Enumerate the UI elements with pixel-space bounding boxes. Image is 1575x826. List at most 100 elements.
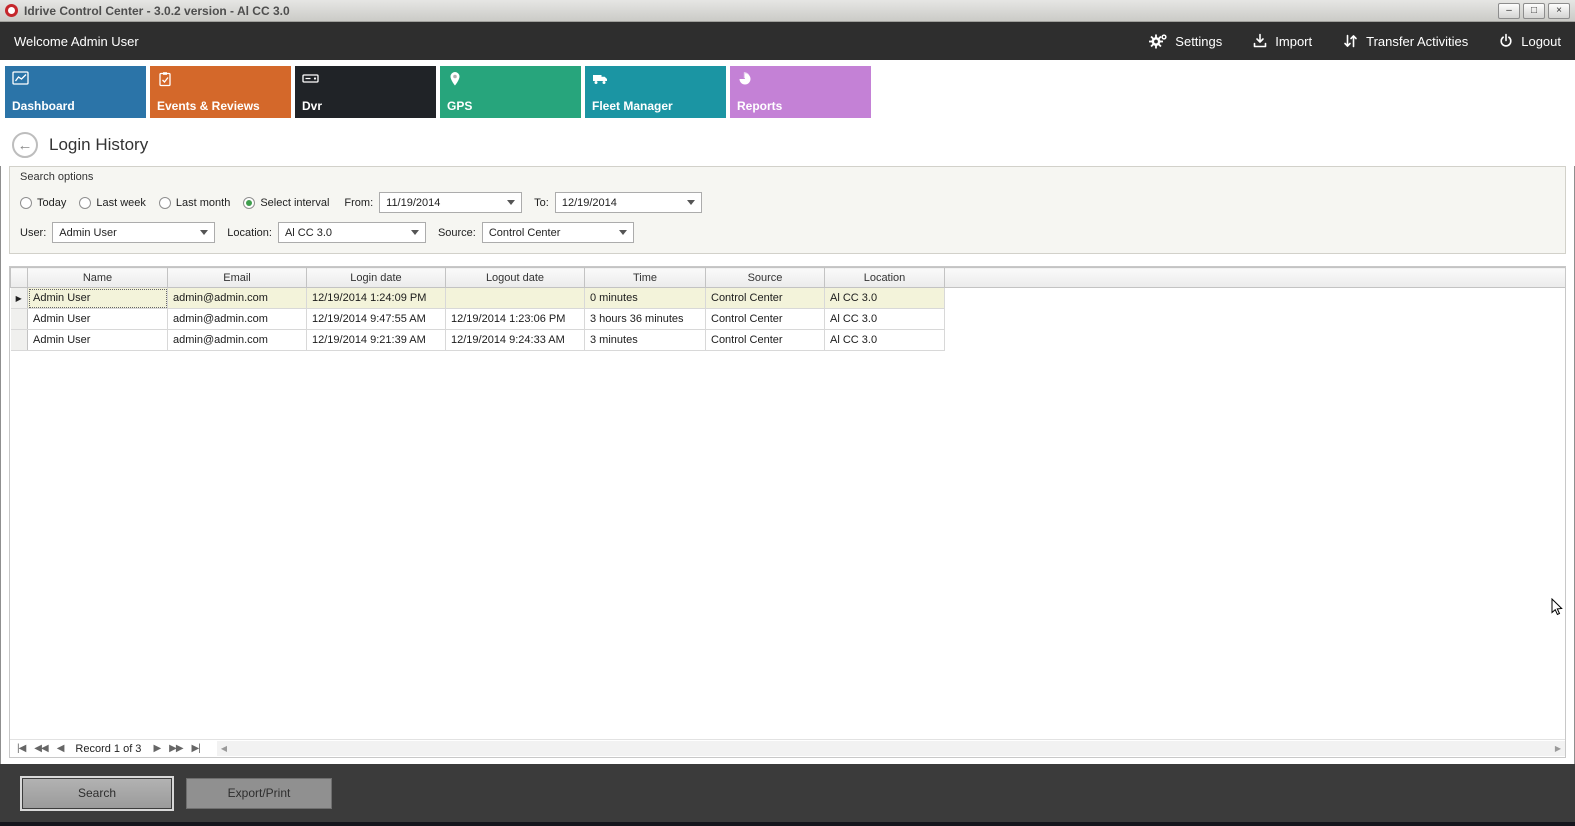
footer-bar: Search Export/Print: [0, 764, 1575, 822]
grid-cell[interactable]: Control Center: [706, 330, 825, 351]
column-header-logout-date[interactable]: Logout date: [446, 268, 585, 288]
welcome-text: Welcome Admin User: [14, 34, 139, 49]
tile-dvr[interactable]: Dvr: [295, 66, 436, 118]
import-button[interactable]: Import: [1252, 33, 1312, 49]
from-date-combo[interactable]: 11/19/2014: [379, 192, 522, 213]
close-button[interactable]: ×: [1548, 3, 1570, 19]
grid-cell[interactable]: 12/19/2014 9:47:55 AM: [307, 309, 446, 330]
pie-chart-icon: [737, 71, 753, 90]
tile-reports[interactable]: Reports: [730, 66, 871, 118]
search-button[interactable]: Search: [22, 778, 172, 809]
chevron-down-icon: [200, 230, 208, 235]
grid-cell[interactable]: 12/19/2014 1:23:06 PM: [446, 309, 585, 330]
grid-cell[interactable]: Admin User: [28, 288, 168, 309]
minimize-button[interactable]: –: [1498, 3, 1520, 19]
grid-cell[interactable]: 0 minutes: [585, 288, 706, 309]
grid-cell[interactable]: Admin User: [28, 309, 168, 330]
search-options-label: Search options: [20, 171, 1555, 183]
column-header-login-date[interactable]: Login date: [307, 268, 446, 288]
window-frame-bottom: [0, 822, 1575, 826]
radio-today[interactable]: Today: [20, 197, 66, 209]
grid-cell[interactable]: 12/19/2014 9:21:39 AM: [307, 330, 446, 351]
location-label: Location:: [227, 227, 272, 239]
row-marker[interactable]: ▶: [11, 288, 28, 309]
grid-cell[interactable]: admin@admin.com: [168, 288, 307, 309]
next-record-button[interactable]: ▶: [153, 743, 160, 754]
grid-cell[interactable]: admin@admin.com: [168, 309, 307, 330]
scroll-right-icon[interactable]: ▶: [1555, 744, 1561, 753]
tile-events-reviews[interactable]: Events & Reviews: [150, 66, 291, 118]
grid-cell[interactable]: Al CC 3.0: [825, 330, 945, 351]
entity-filter-row: User: Admin User Location: Al CC 3.0 Sou…: [20, 222, 1555, 243]
to-label: To:: [534, 197, 549, 209]
grid-cell-filler: [945, 288, 1566, 309]
source-combo[interactable]: Control Center: [482, 222, 634, 243]
user-combo[interactable]: Admin User: [52, 222, 215, 243]
table-row: Admin User admin@admin.com 12/19/2014 9:…: [11, 309, 1566, 330]
grid-cell[interactable]: admin@admin.com: [168, 330, 307, 351]
tile-dashboard[interactable]: Dashboard: [5, 66, 146, 118]
chevron-down-icon: [507, 200, 515, 205]
last-record-button[interactable]: ▶|: [192, 743, 200, 754]
prev-page-button[interactable]: ◀◀: [34, 743, 47, 754]
grid-empty-area: [10, 351, 1565, 739]
grid-cell[interactable]: Admin User: [28, 330, 168, 351]
window-titlebar: Idrive Control Center - 3.0.2 version - …: [0, 0, 1575, 22]
window-title: Idrive Control Center - 3.0.2 version - …: [24, 4, 1495, 18]
radio-last-week[interactable]: Last week: [79, 197, 146, 209]
horizontal-scrollbar[interactable]: ◀ ▶: [217, 741, 1565, 756]
first-record-button[interactable]: |◀: [17, 743, 25, 754]
tile-gps[interactable]: GPS: [440, 66, 581, 118]
grid-cell[interactable]: 12/19/2014 9:24:33 AM: [446, 330, 585, 351]
navbar-actions: Settings Import Transfer Activities: [1148, 33, 1561, 50]
column-header-source[interactable]: Source: [706, 268, 825, 288]
radio-select-interval-label: Select interval: [260, 197, 329, 209]
tile-events-reviews-label: Events & Reviews: [157, 99, 260, 113]
scroll-left-icon[interactable]: ◀: [221, 744, 227, 753]
next-page-button[interactable]: ▶▶: [169, 743, 182, 754]
chevron-down-icon: [411, 230, 419, 235]
tile-fleet-manager[interactable]: Fleet Manager: [585, 66, 726, 118]
tile-fleet-manager-label: Fleet Manager: [592, 99, 673, 113]
column-header-name[interactable]: Name: [28, 268, 168, 288]
location-value: Al CC 3.0: [285, 227, 403, 239]
transfer-activities-label: Transfer Activities: [1366, 34, 1468, 49]
interval-filter-row: Today Last week Last month Select interv…: [20, 192, 1555, 213]
to-date-value: 12/19/2014: [562, 197, 679, 209]
grid-cell[interactable]: [446, 288, 585, 309]
logout-button[interactable]: Logout: [1498, 33, 1561, 49]
grid-cell[interactable]: Al CC 3.0: [825, 288, 945, 309]
column-header-location[interactable]: Location: [825, 268, 945, 288]
row-selector-header: [11, 268, 28, 288]
transfer-activities-button[interactable]: Transfer Activities: [1342, 33, 1468, 49]
maximize-button[interactable]: □: [1523, 3, 1545, 19]
grid-cell[interactable]: 3 hours 36 minutes: [585, 309, 706, 330]
prev-record-button[interactable]: ◀: [57, 743, 64, 754]
from-label: From:: [344, 197, 373, 209]
grid-cell[interactable]: Control Center: [706, 309, 825, 330]
import-icon: [1252, 33, 1268, 49]
grid-cell-filler: [945, 330, 1566, 351]
back-button[interactable]: ←: [12, 132, 38, 158]
grid-cell[interactable]: Control Center: [706, 288, 825, 309]
chevron-down-icon: [687, 200, 695, 205]
location-combo[interactable]: Al CC 3.0: [278, 222, 426, 243]
settings-button[interactable]: Settings: [1148, 33, 1222, 50]
export-print-button[interactable]: Export/Print: [186, 778, 332, 809]
radio-last-month[interactable]: Last month: [159, 197, 230, 209]
column-header-email[interactable]: Email: [168, 268, 307, 288]
grid-cell[interactable]: 3 minutes: [585, 330, 706, 351]
grid-cell[interactable]: Al CC 3.0: [825, 309, 945, 330]
to-date-combo[interactable]: 12/19/2014: [555, 192, 702, 213]
table-row: Admin User admin@admin.com 12/19/2014 9:…: [11, 330, 1566, 351]
column-header-time[interactable]: Time: [585, 268, 706, 288]
row-marker[interactable]: [11, 330, 28, 351]
row-marker[interactable]: [11, 309, 28, 330]
grid-cell[interactable]: 12/19/2014 1:24:09 PM: [307, 288, 446, 309]
search-options-panel: Search options Today Last week Last mont…: [9, 166, 1566, 254]
tile-dashboard-label: Dashboard: [12, 99, 75, 113]
radio-last-month-label: Last month: [176, 197, 230, 209]
source-value: Control Center: [489, 227, 611, 239]
radio-select-interval[interactable]: Select interval: [243, 197, 329, 209]
table-row: ▶ Admin User admin@admin.com 12/19/2014 …: [11, 288, 1566, 309]
